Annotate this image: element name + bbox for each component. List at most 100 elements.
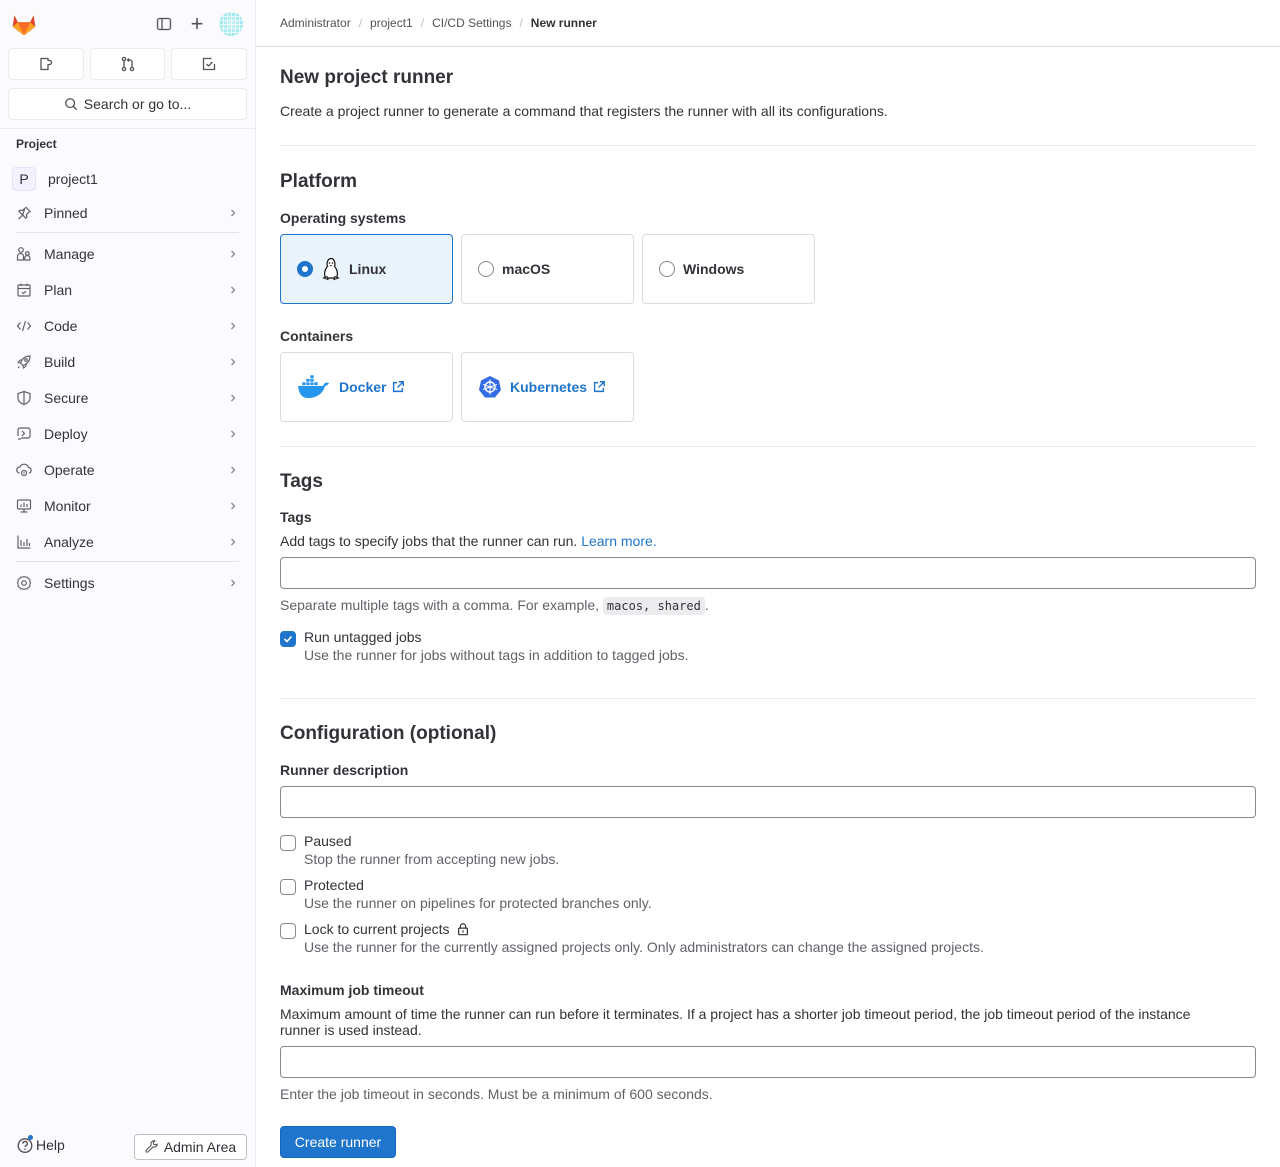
gear-icon (16, 575, 32, 591)
windows-radio[interactable] (659, 261, 675, 277)
protected-option[interactable]: Protected Use the runner on pipelines fo… (280, 877, 652, 911)
container-docker-link[interactable]: Docker (280, 352, 453, 422)
tags-input[interactable] (280, 557, 1256, 589)
page-description: Create a project runner to generate a co… (280, 103, 888, 119)
kubernetes-icon (479, 376, 501, 398)
sidebar-item-build[interactable]: Build (8, 346, 247, 378)
sidebar-item-monitor[interactable]: Monitor (8, 490, 247, 522)
sidebar-item-plan[interactable]: Plan (8, 274, 247, 306)
macos-radio[interactable] (478, 261, 494, 277)
sidebar-item-operate[interactable]: Operate (8, 454, 247, 486)
gitlab-logo-icon[interactable] (10, 10, 38, 38)
os-option-macos[interactable]: macOS (461, 234, 634, 304)
deploy-icon (16, 426, 32, 442)
external-link-icon (393, 381, 405, 393)
os-option-label: Windows (683, 261, 745, 277)
create-new-button[interactable]: + (185, 11, 209, 36)
sidebar-item-settings[interactable]: Settings (8, 567, 247, 599)
search-icon (64, 98, 77, 111)
docker-icon (298, 374, 329, 398)
search-label: Search or go to... (83, 96, 192, 112)
sidebar-item-deploy[interactable]: Deploy (8, 418, 247, 450)
run-untagged-option[interactable]: Run untagged jobs Use the runner for job… (280, 629, 688, 663)
paused-option[interactable]: Paused Stop the runner from accepting ne… (280, 833, 559, 867)
plus-icon: + (190, 11, 204, 36)
thumbtack-icon (16, 205, 32, 221)
sidebar-item-secure[interactable]: Secure (8, 382, 247, 414)
sidebar-item-label: Operate (44, 462, 95, 478)
sidebar: + Search or go to... Project P project1 … (0, 0, 256, 1167)
containers-label: Containers (280, 328, 354, 344)
sidebar-item-analyze[interactable]: Analyze (8, 526, 247, 558)
help-label: Help (36, 1137, 65, 1153)
learn-more-link[interactable]: Learn more. (581, 533, 656, 549)
help-button[interactable]: Help (16, 1135, 65, 1154)
lock-to-project-option[interactable]: Lock to current projects Use the runner … (280, 921, 984, 955)
sidebar-item-code[interactable]: Code (8, 310, 247, 342)
create-runner-button[interactable]: Create runner (280, 1126, 396, 1158)
tags-example-code: macos, shared (602, 597, 705, 615)
rocket-icon (16, 354, 32, 370)
lock-label: Lock to current projects (304, 921, 450, 937)
lock-icon (457, 923, 468, 936)
breadcrumb-separator: / (358, 16, 363, 30)
run-untagged-checkbox[interactable] (280, 631, 296, 647)
todo-icon (203, 57, 216, 71)
timeout-hint: Enter the job timeout in seconds. Must b… (280, 1086, 713, 1102)
divider (280, 698, 1256, 699)
chevron-right-icon (225, 208, 241, 218)
page-title: New project runner (280, 67, 454, 88)
lock-checkbox[interactable] (280, 923, 296, 939)
monitor-icon (16, 498, 32, 514)
divider (280, 446, 1256, 447)
chevron-right-icon (225, 249, 241, 259)
protected-checkbox[interactable] (280, 879, 296, 895)
collapse-sidebar-button[interactable] (152, 12, 176, 36)
breadcrumb-link[interactable]: CI/CD Settings (432, 16, 511, 30)
container-kubernetes-link[interactable]: Kubernetes (461, 352, 634, 422)
os-option-linux[interactable]: Linux (280, 234, 453, 304)
users-icon (16, 246, 32, 262)
merge-requests-button[interactable] (89, 48, 166, 80)
sidebar-item-label: Build (44, 354, 76, 370)
admin-area-button[interactable]: Admin Area (134, 1134, 247, 1160)
os-label: Operating systems (280, 210, 407, 226)
paused-checkbox[interactable] (280, 835, 296, 851)
protected-help: Use the runner on pipelines for protecte… (304, 895, 652, 911)
os-option-windows[interactable]: Windows (642, 234, 815, 304)
timeout-input[interactable] (280, 1046, 1256, 1078)
sidebar-item-label: Plan (44, 282, 73, 298)
top-bar: Administrator / project1 / CI/CD Setting… (256, 0, 1280, 47)
breadcrumb-link[interactable]: Administrator (280, 16, 351, 30)
todo-list-button[interactable] (171, 48, 248, 80)
paused-label: Paused (304, 833, 352, 849)
external-link-icon (593, 381, 605, 393)
sidebar-item-pinned[interactable]: Pinned (8, 197, 247, 229)
timeout-label: Maximum job timeout (280, 982, 424, 998)
sidebar-item-label: Code (44, 318, 78, 334)
tags-hint-suffix: . (704, 597, 709, 613)
wrench-icon (145, 1140, 158, 1153)
issues-icon (40, 57, 52, 71)
run-untagged-help: Use the runner for jobs without tags in … (304, 647, 689, 663)
sidebar-header: + (0, 0, 255, 48)
shield-icon (16, 390, 32, 406)
breadcrumb-current[interactable]: New runner (531, 16, 597, 30)
user-avatar[interactable] (219, 12, 243, 36)
sidebar-section-title: Project (16, 137, 57, 151)
assigned-issues-button[interactable] (8, 48, 84, 80)
tags-hint-text: Separate multiple tags with a comma. For… (280, 597, 600, 613)
search-button[interactable]: Search or go to... (8, 88, 247, 120)
linux-radio[interactable] (297, 261, 313, 277)
runner-description-input[interactable] (280, 786, 1256, 818)
sidebar-project-link[interactable]: P project1 (8, 166, 247, 192)
timeout-description: Maximum amount of time the runner can ru… (280, 1006, 1191, 1038)
main-content: Administrator / project1 / CI/CD Setting… (256, 0, 1280, 1167)
sidebar-icon (156, 17, 172, 31)
code-icon (16, 318, 32, 334)
sidebar-item-manage[interactable]: Manage (8, 238, 247, 270)
run-untagged-label: Run untagged jobs (304, 629, 422, 645)
breadcrumb-link[interactable]: project1 (370, 16, 413, 30)
tags-heading: Tags (280, 471, 323, 492)
chevron-right-icon (225, 321, 241, 331)
